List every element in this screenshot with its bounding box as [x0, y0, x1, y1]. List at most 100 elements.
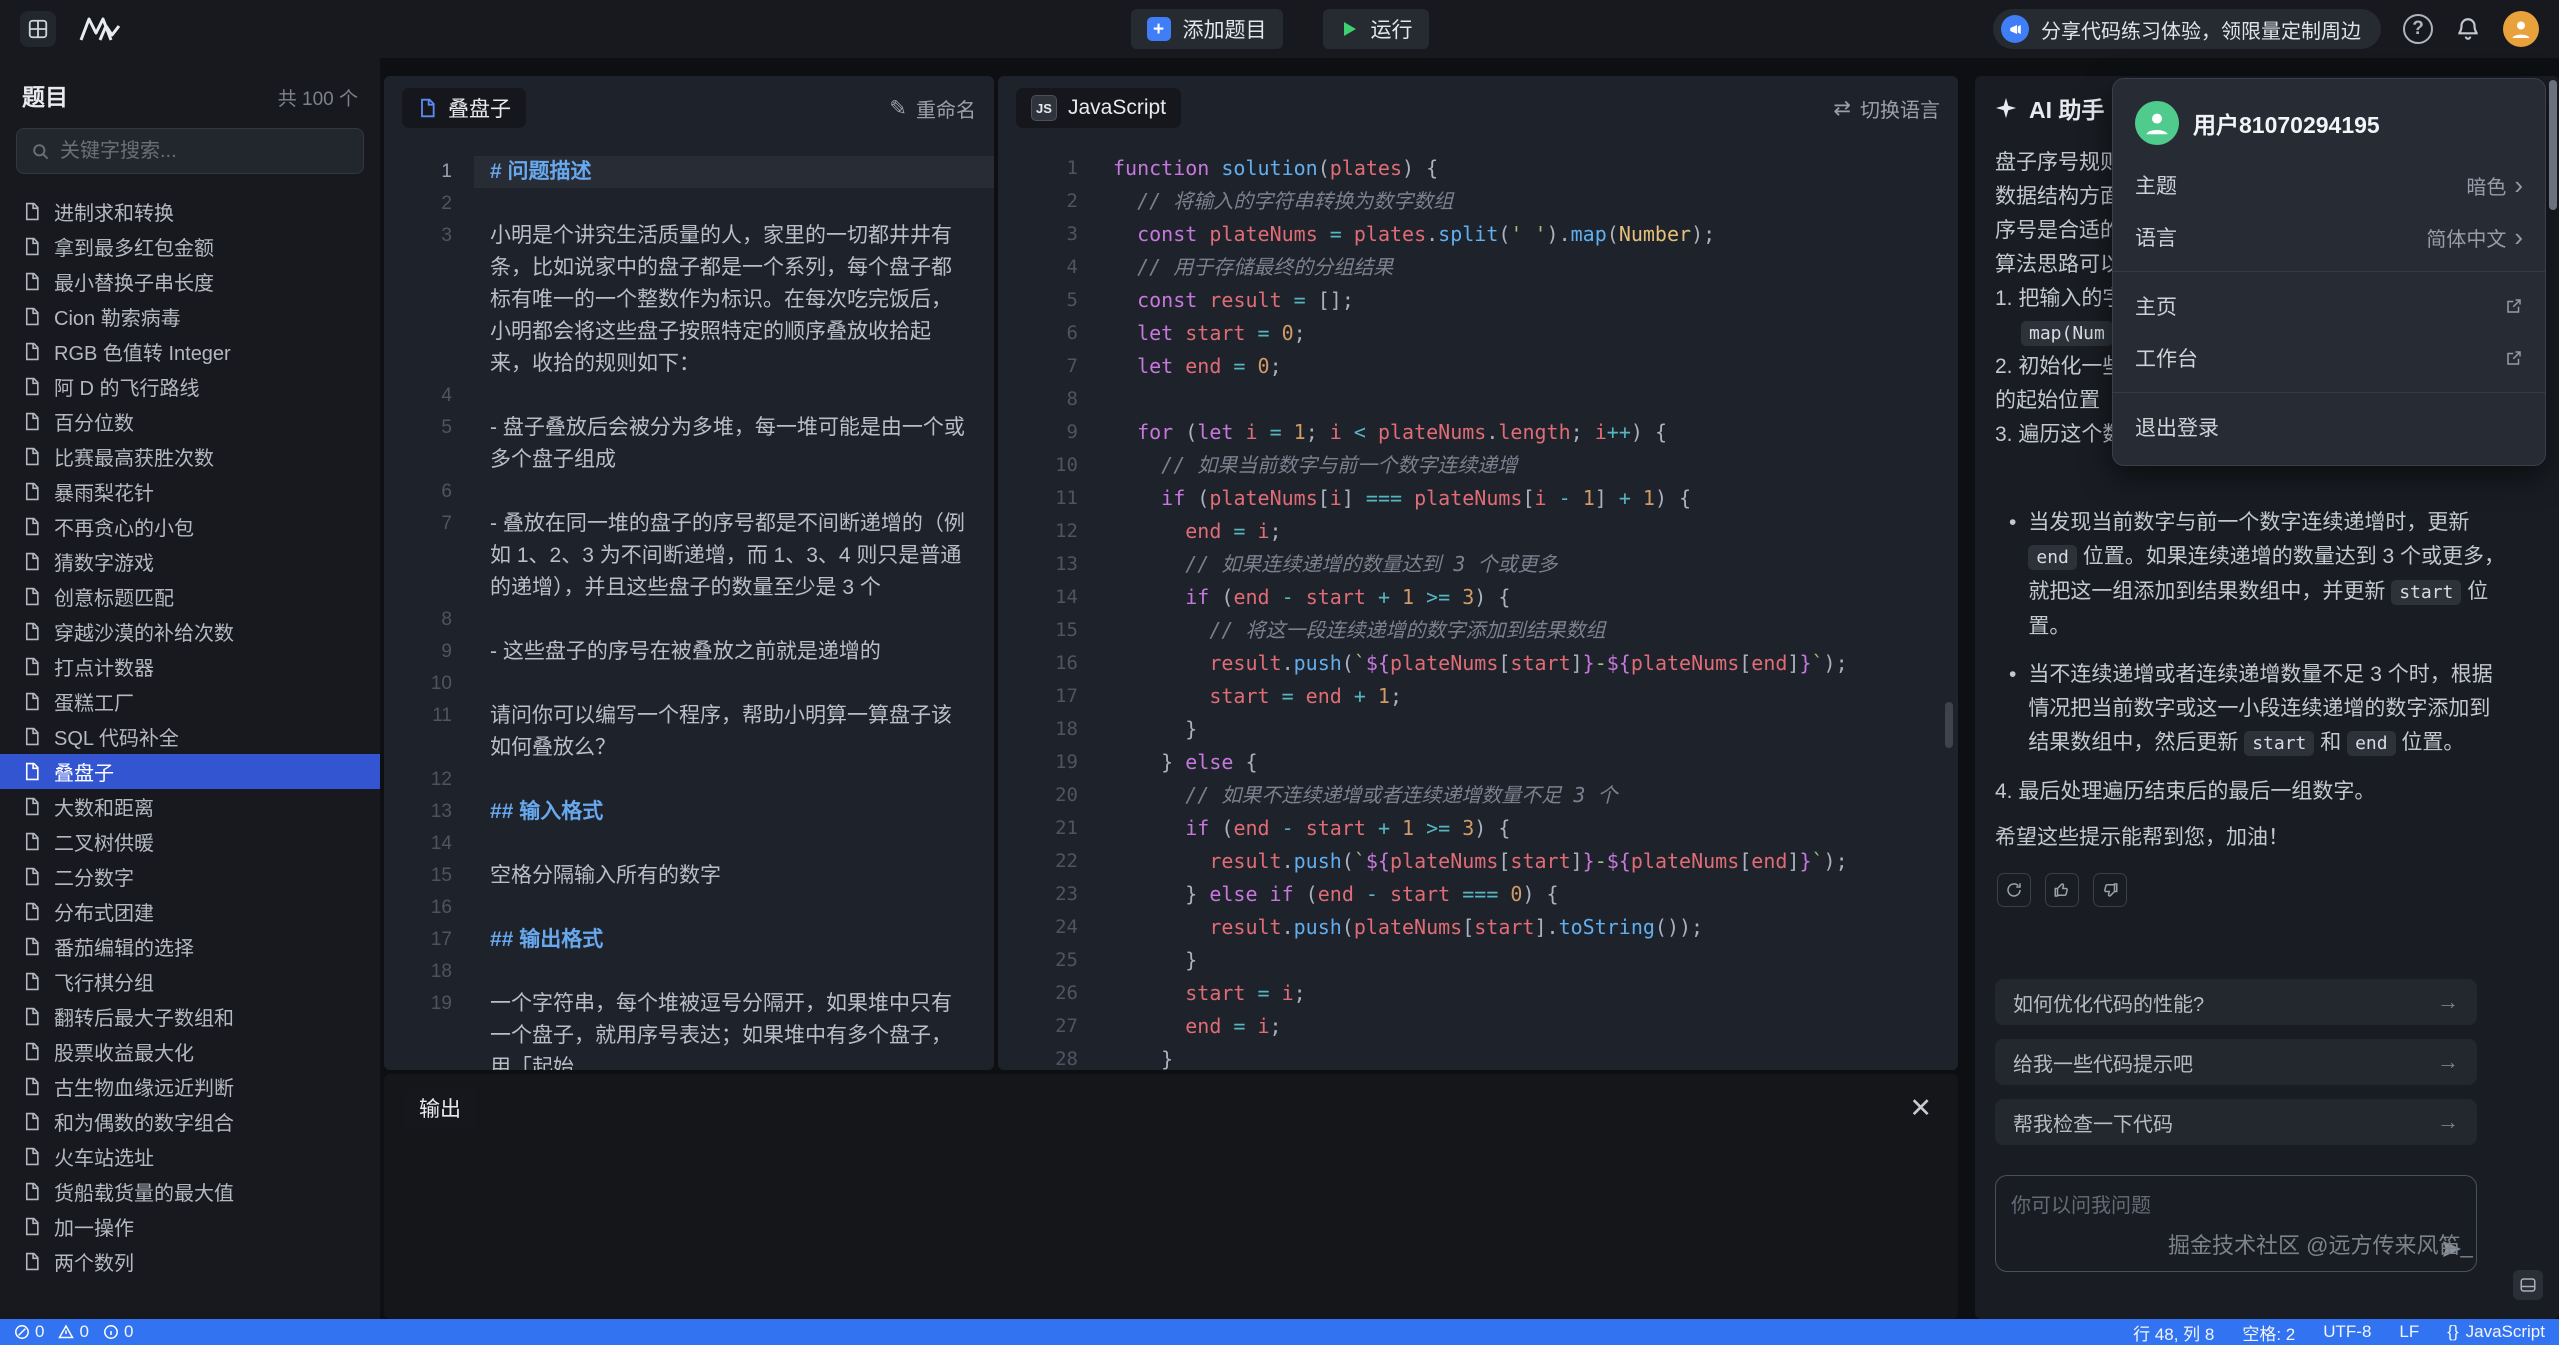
- promo-banner[interactable]: 分享代码练习体验，领限量定制周边: [1993, 9, 2381, 49]
- info-indicator[interactable]: 0: [103, 1322, 133, 1342]
- add-problem-button[interactable]: + 添加题目: [1131, 9, 1283, 49]
- thumbs-up-button[interactable]: [2045, 873, 2079, 907]
- code-text: // 将输入的字符串转换为数字数组: [1113, 185, 1453, 218]
- markdown-line: 3小明是个讲究生活质量的人，家里的一切都井井有条，比如说家中的盘子都是一个系列，…: [384, 220, 994, 380]
- user-avatar[interactable]: [2503, 11, 2539, 47]
- menu-item[interactable]: 主页: [2113, 280, 2545, 332]
- sidebar-item-label: 比赛最高获胜次数: [54, 442, 214, 471]
- code-panel-header: JS JavaScript ⇄ 切换语言: [998, 76, 1958, 140]
- add-problem-label: 添加题目: [1183, 14, 1267, 44]
- sidebar-item-label: 股票收益最大化: [54, 1037, 194, 1066]
- line-number: 1: [998, 152, 1078, 185]
- sidebar-item[interactable]: 二叉树供暖: [0, 824, 380, 859]
- code-scrollbar-thumb[interactable]: [1945, 702, 1953, 748]
- sidebar-item[interactable]: 猜数字游戏: [0, 544, 380, 579]
- markdown-line: 4: [384, 380, 994, 412]
- ai-suggestion[interactable]: 给我一些代码提示吧→: [1995, 1039, 2477, 1085]
- sidebar-item-label: Cion 勒索病毒: [54, 302, 181, 331]
- search-input[interactable]: [60, 140, 349, 163]
- menu-item[interactable]: 退出登录: [2113, 401, 2545, 453]
- output-tab[interactable]: 输出: [404, 1088, 476, 1128]
- document-icon: [22, 1112, 41, 1131]
- markdown-text: [474, 604, 994, 636]
- indentation[interactable]: 空格: 2: [2242, 1320, 2295, 1345]
- line-number: 5: [998, 284, 1078, 317]
- sidebar-item[interactable]: 暴雨梨花针: [0, 474, 380, 509]
- sidebar-item[interactable]: 加一操作: [0, 1209, 380, 1244]
- line-number: 10: [998, 449, 1078, 482]
- rename-button[interactable]: ✎ 重命名: [889, 94, 976, 123]
- line-number: 5: [384, 412, 452, 476]
- sidebar-item-label: 拿到最多红包金额: [54, 232, 214, 261]
- bell-icon[interactable]: [2455, 16, 2481, 42]
- menu-item[interactable]: 工作台: [2113, 332, 2545, 384]
- menu-item[interactable]: 主题暗色›: [2113, 159, 2545, 211]
- sidebar-item[interactable]: 穿越沙漠的补给次数: [0, 614, 380, 649]
- eol-type[interactable]: LF: [2399, 1322, 2419, 1342]
- sidebar-item[interactable]: 分布式团建: [0, 894, 380, 929]
- document-icon: [22, 447, 41, 466]
- sidebar-item-label: 最小替换子串长度: [54, 267, 214, 296]
- line-number: 6: [384, 476, 452, 508]
- switch-language-button[interactable]: ⇄ 切换语言: [1833, 94, 1940, 123]
- code-text: // 如果连续递增的数量达到 3 个或更多: [1113, 548, 1558, 581]
- sidebar-item-label: 暴雨梨花针: [54, 477, 154, 506]
- sidebar-item[interactable]: 拿到最多红包金额: [0, 229, 380, 264]
- code-line: 9 for (let i = 1; i < plateNums.length; …: [998, 416, 1958, 449]
- sidebar-item[interactable]: SQL 代码补全: [0, 719, 380, 754]
- sidebar-item[interactable]: 创意标题匹配: [0, 579, 380, 614]
- sidebar-item[interactable]: 飞行棋分组: [0, 964, 380, 999]
- sidebar-item[interactable]: 番茄编辑的选择: [0, 929, 380, 964]
- collapse-panel-button[interactable]: [2513, 1270, 2543, 1300]
- sidebar-item[interactable]: 货船载货量的最大值: [0, 1174, 380, 1209]
- cursor-position[interactable]: 行 48, 列 8: [2133, 1320, 2214, 1345]
- sidebar-item[interactable]: Cion 勒索病毒: [0, 299, 380, 334]
- ai-suggestion-label: 如何优化代码的性能?: [2013, 988, 2204, 1017]
- close-icon[interactable]: ✕: [1909, 1095, 1932, 1122]
- problem-tab[interactable]: 叠盘子: [402, 88, 526, 128]
- menu-item[interactable]: 语言简体中文›: [2113, 211, 2545, 263]
- language-tab[interactable]: JS JavaScript: [1016, 88, 1181, 128]
- sidebar-item[interactable]: 二分数字: [0, 859, 380, 894]
- sidebar-item[interactable]: 火车站选址: [0, 1139, 380, 1174]
- code-text: start = i;: [1113, 977, 1306, 1010]
- errors-indicator[interactable]: 0: [14, 1322, 44, 1342]
- warnings-indicator[interactable]: 0: [58, 1322, 88, 1342]
- encoding[interactable]: UTF-8: [2323, 1322, 2371, 1342]
- thumbs-down-button[interactable]: [2093, 873, 2127, 907]
- sidebar-item[interactable]: 叠盘子: [0, 754, 380, 789]
- sidebar-item[interactable]: RGB 色值转 Integer: [0, 334, 380, 369]
- output-header: 输出 ✕: [384, 1074, 1958, 1128]
- sidebar-item[interactable]: 百分位数: [0, 404, 380, 439]
- sidebar-item[interactable]: 不再贪心的小包: [0, 509, 380, 544]
- pencil-icon: ✎: [889, 98, 907, 119]
- sidebar-item[interactable]: 古生物血缘远近判断: [0, 1069, 380, 1104]
- sidebar-item[interactable]: 两个数列: [0, 1244, 380, 1279]
- line-number: 9: [998, 416, 1078, 449]
- sidebar-item[interactable]: 股票收益最大化: [0, 1034, 380, 1069]
- sidebar-item[interactable]: 和为偶数的数字组合: [0, 1104, 380, 1139]
- sidebar-item[interactable]: 阿 D 的飞行路线: [0, 369, 380, 404]
- language-mode[interactable]: {} JavaScript: [2447, 1322, 2545, 1342]
- run-button[interactable]: 运行: [1323, 9, 1429, 49]
- ai-suggestions: 如何优化代码的性能?→ 给我一些代码提示吧→ 帮我检查一下代码→: [1995, 979, 2477, 1145]
- sidebar-item[interactable]: 比赛最高获胜次数: [0, 439, 380, 474]
- sidebar-item[interactable]: 蛋糕工厂: [0, 684, 380, 719]
- sidebar-item[interactable]: 打点计数器: [0, 649, 380, 684]
- page-scrollbar-thumb[interactable]: [2549, 80, 2557, 210]
- regenerate-button[interactable]: [1997, 873, 2031, 907]
- top-bar: + 添加题目 运行 分享代码练习体验，领限量定制周边 ?: [0, 0, 2559, 58]
- ai-suggestion[interactable]: 帮我检查一下代码→: [1995, 1099, 2477, 1145]
- line-number: 23: [998, 878, 1078, 911]
- sidebar-item[interactable]: 翻转后最大子数组和: [0, 999, 380, 1034]
- panel-toggle-button[interactable]: [20, 11, 56, 47]
- sidebar-item[interactable]: 最小替换子串长度: [0, 264, 380, 299]
- sidebar-item[interactable]: 进制求和转换: [0, 194, 380, 229]
- topbar-left: [20, 11, 122, 47]
- sidebar-item[interactable]: 大数和距离: [0, 789, 380, 824]
- sidebar-item-label: 加一操作: [54, 1212, 134, 1241]
- app-logo-icon[interactable]: [78, 14, 122, 44]
- ai-suggestion[interactable]: 如何优化代码的性能?→: [1995, 979, 2477, 1025]
- help-icon[interactable]: ?: [2403, 14, 2433, 44]
- markdown-text: [474, 380, 994, 412]
